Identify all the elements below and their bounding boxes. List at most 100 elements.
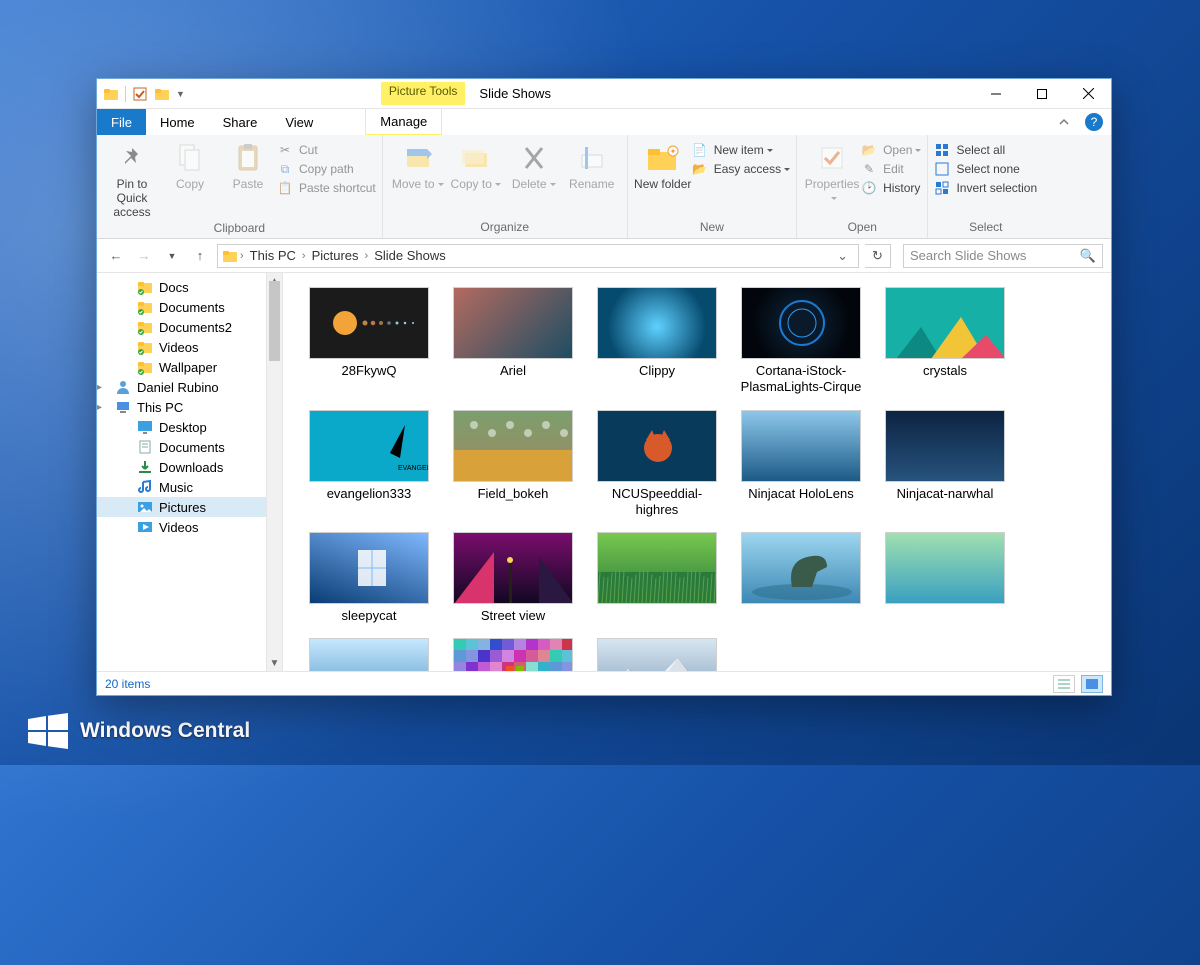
new-folder-button[interactable]: ✦ New folder — [634, 139, 692, 191]
tab-file[interactable]: File — [97, 109, 146, 135]
cut-button[interactable]: ✂Cut — [277, 142, 376, 158]
sidebar-item[interactable]: Documents — [97, 437, 282, 457]
up-button[interactable]: ↑ — [189, 248, 211, 263]
forward-button[interactable]: → — [133, 248, 155, 263]
breadcrumb-segment[interactable]: Pictures — [308, 248, 363, 263]
pin-to-quick-access-button[interactable]: Pin to Quick access — [103, 139, 161, 219]
file-item[interactable]: 28FkywQ — [301, 287, 437, 396]
paste-shortcut-button[interactable]: 📋Paste shortcut — [277, 180, 376, 196]
file-thumbnail: EVANGELION333 — [309, 410, 429, 482]
new-item-icon: 📄 — [692, 142, 708, 158]
sidebar-item[interactable]: ▸This PC — [97, 397, 282, 417]
rename-button[interactable]: Rename — [563, 139, 621, 191]
file-item[interactable]: Cortana-iStock-PlasmaLights-Cirque — [733, 287, 869, 396]
edit-button[interactable]: ✎Edit — [861, 161, 921, 177]
refresh-button[interactable]: ↻ — [865, 244, 891, 268]
address-bar[interactable]: › This PC› Pictures› Slide Shows ⌄ — [217, 244, 859, 268]
edit-icon: ✎ — [861, 161, 877, 177]
qat-dropdown-icon[interactable]: ▼ — [176, 89, 185, 99]
file-item[interactable]: Ninjacat-narwhal — [877, 410, 1013, 519]
thumbnails-view-button[interactable] — [1081, 675, 1103, 693]
file-item[interactable] — [301, 638, 437, 671]
select-none-button[interactable]: Select none — [934, 161, 1037, 177]
close-button[interactable] — [1065, 79, 1111, 109]
file-item[interactable] — [733, 532, 869, 624]
ribbon-group-open: Properties 📂Open ✎Edit 🕑History Open — [797, 135, 928, 238]
sidebar-item[interactable]: Desktop — [97, 417, 282, 437]
maximize-button[interactable] — [1019, 79, 1065, 109]
properties-button[interactable]: Properties — [803, 139, 861, 205]
history-button[interactable]: 🕑History — [861, 180, 921, 196]
file-item[interactable] — [877, 532, 1013, 624]
file-item[interactable] — [445, 638, 581, 671]
tab-share[interactable]: Share — [209, 109, 272, 135]
open-button[interactable]: 📂Open — [861, 142, 921, 158]
address-dropdown-icon[interactable]: ⌄ — [831, 248, 854, 264]
watermark: Windows Central — [26, 709, 250, 753]
sidebar-item[interactable]: Music — [97, 477, 282, 497]
easy-access-button[interactable]: 📂Easy access — [692, 161, 790, 177]
file-item[interactable]: Street view — [445, 532, 581, 624]
sidebar-item[interactable]: Downloads — [97, 457, 282, 477]
copy-to-button[interactable]: Copy to — [447, 139, 505, 191]
file-name: Ninjacat-narwhal — [897, 482, 994, 502]
back-button[interactable]: ← — [105, 248, 127, 263]
minimize-button[interactable] — [973, 79, 1019, 109]
sidebar-item[interactable]: Videos — [97, 337, 282, 357]
sidebar-item[interactable]: Wallpaper — [97, 357, 282, 377]
sidebar-item[interactable]: Videos — [97, 517, 282, 537]
details-view-button[interactable] — [1053, 675, 1075, 693]
file-thumbnail — [741, 410, 861, 482]
easy-access-icon: 📂 — [692, 161, 708, 177]
sidebar-item[interactable]: Pictures — [97, 497, 282, 517]
move-to-button[interactable]: Move to — [389, 139, 447, 191]
scroll-down-icon[interactable]: ▼ — [267, 655, 282, 671]
recent-locations-button[interactable]: ▼ — [161, 251, 183, 261]
user-icon — [115, 379, 131, 395]
file-item[interactable]: Field_bokeh — [445, 410, 581, 519]
paste-button[interactable]: Paste — [219, 139, 277, 191]
file-item[interactable] — [589, 638, 725, 671]
sidebar-item[interactable]: Documents — [97, 297, 282, 317]
search-box[interactable]: Search Slide Shows 🔍 — [903, 244, 1103, 268]
scrollbar-thumb[interactable] — [269, 281, 280, 361]
ribbon: Pin to Quick access Copy Paste ✂Cut ⧉Cop… — [97, 135, 1111, 239]
sidebar-item[interactable]: Documents2 — [97, 317, 282, 337]
file-item[interactable]: Ariel — [445, 287, 581, 396]
desktop-icon — [137, 419, 153, 435]
copy-path-button[interactable]: ⧉Copy path — [277, 161, 376, 177]
sidebar-item[interactable]: ▸Daniel Rubino — [97, 377, 282, 397]
sidebar-scrollbar[interactable]: ▲ ▼ — [266, 273, 282, 671]
context-tab-picture-tools[interactable]: Picture Tools — [381, 82, 465, 105]
select-all-button[interactable]: Select all — [934, 142, 1037, 158]
tab-home[interactable]: Home — [146, 109, 209, 135]
tab-manage[interactable]: Manage — [365, 109, 442, 135]
breadcrumb-segment[interactable]: Slide Shows — [370, 248, 450, 263]
collapse-ribbon-button[interactable] — [1051, 115, 1077, 129]
content-pane[interactable]: 28FkywQArielClippyCortana-iStock-PlasmaL… — [283, 273, 1111, 671]
file-thumbnail — [597, 532, 717, 604]
breadcrumb-segment[interactable]: This PC — [246, 248, 300, 263]
properties-qat-icon[interactable] — [132, 86, 148, 102]
file-item[interactable]: EVANGELION333evangelion333 — [301, 410, 437, 519]
downloads-icon — [137, 459, 153, 475]
tab-view[interactable]: View — [271, 109, 327, 135]
quick-access-toolbar: ▼ — [103, 86, 191, 102]
sidebar-item[interactable]: Docs — [97, 277, 282, 297]
file-item[interactable]: sleepycat — [301, 532, 437, 624]
file-thumbnail — [453, 638, 573, 671]
copy-button[interactable]: Copy — [161, 139, 219, 191]
file-item[interactable]: Clippy — [589, 287, 725, 396]
navigation-pane[interactable]: DocsDocumentsDocuments2VideosWallpaper▸D… — [97, 273, 283, 671]
search-placeholder: Search Slide Shows — [910, 248, 1080, 263]
file-item[interactable]: Ninjacat HoloLens — [733, 410, 869, 519]
file-item[interactable] — [589, 532, 725, 624]
help-button[interactable]: ? — [1085, 113, 1103, 131]
new-item-button[interactable]: 📄New item — [692, 142, 790, 158]
new-folder-qat-icon[interactable] — [154, 86, 170, 102]
file-item[interactable]: NCUSpeeddial-highres — [589, 410, 725, 519]
ribbon-tabs: File Home Share View Manage ? — [97, 109, 1111, 135]
delete-button[interactable]: Delete — [505, 139, 563, 191]
file-item[interactable]: crystals — [877, 287, 1013, 396]
invert-selection-button[interactable]: Invert selection — [934, 180, 1037, 196]
